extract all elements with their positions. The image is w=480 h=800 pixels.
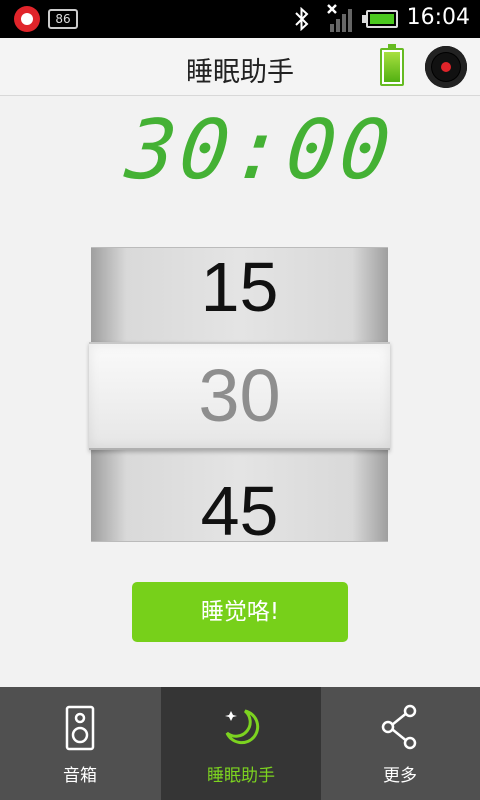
nav-item-more[interactable]: 更多 (320, 687, 480, 800)
picker-option-below[interactable]: 45 (91, 452, 388, 550)
nav-label-speaker: 音箱 (63, 766, 97, 786)
title-bar: 睡眠助手 (0, 38, 480, 96)
sleep-button[interactable]: 睡觉咯! (132, 582, 348, 642)
bluetooth-icon (295, 7, 309, 31)
timer-display: 30:00 (121, 103, 399, 198)
minute-picker[interactable]: 15 30 45 (89, 247, 390, 550)
record-disc-icon[interactable] (425, 46, 467, 88)
speaker-icon (65, 705, 95, 751)
nav-item-sleep-assistant[interactable]: 睡眠助手 (161, 687, 321, 800)
share-icon (381, 704, 417, 750)
status-time: 16:04 (406, 5, 470, 30)
nav-label-more: 更多 (383, 766, 417, 786)
nav-label-sleep-assistant: 睡眠助手 (207, 766, 275, 786)
moon-icon (225, 709, 260, 745)
bottom-nav: 音箱 睡眠助手 更多 (0, 687, 480, 800)
nav-item-speaker[interactable]: 音箱 (0, 687, 160, 800)
beats-icon (14, 6, 40, 32)
battery-level-icon (380, 44, 404, 86)
status-bar: 86 16:04 (0, 0, 480, 38)
notification-badge: 86 (48, 9, 78, 29)
page-title: 睡眠助手 (186, 57, 294, 88)
picker-option-above[interactable]: 15 (91, 248, 388, 342)
picker-option-selected[interactable]: 30 (89, 342, 390, 450)
battery-icon (362, 10, 398, 28)
signal-icon (327, 4, 352, 32)
